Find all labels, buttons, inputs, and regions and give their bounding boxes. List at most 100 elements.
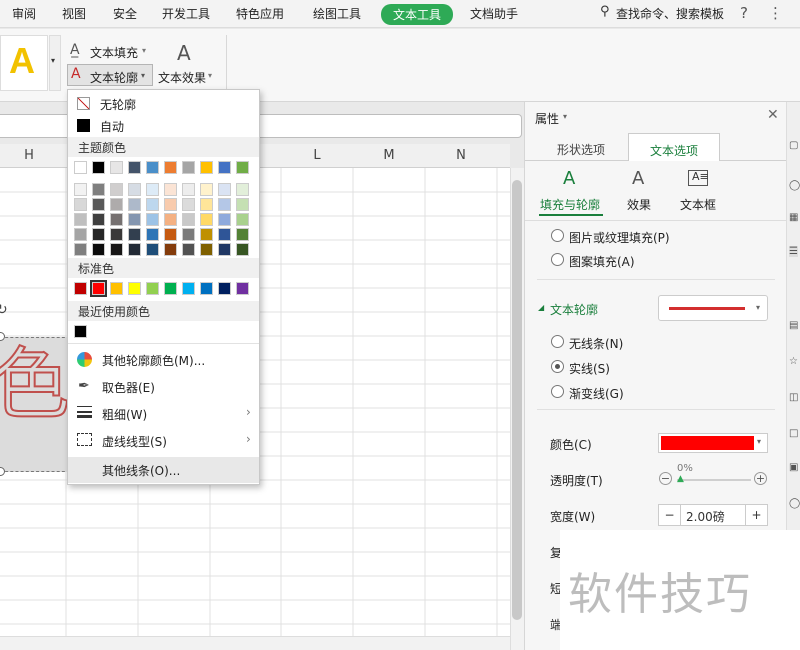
more-icon[interactable]: ⋮	[768, 4, 783, 22]
theme-shade-swatch[interactable]	[110, 228, 123, 241]
radio-pattern-fill[interactable]	[551, 253, 564, 266]
theme-shade-swatch[interactable]	[200, 213, 213, 226]
standard-color-swatch[interactable]	[90, 280, 107, 297]
theme-shade-swatch[interactable]	[128, 198, 141, 211]
sidebar-tool-icon[interactable]: ◯	[789, 498, 800, 509]
tab-review[interactable]: 审阅	[12, 5, 36, 22]
search-icon[interactable]: ⚲	[600, 4, 610, 19]
theme-shade-swatch[interactable]	[110, 198, 123, 211]
theme-shade-swatch[interactable]	[218, 228, 231, 241]
outline-section-title[interactable]: 文本轮廓	[550, 301, 598, 318]
tab-text-tools[interactable]: 文本工具	[381, 4, 454, 25]
panel-title-chevron-icon[interactable]: ▾	[563, 112, 567, 121]
theme-shade-swatch[interactable]	[182, 198, 195, 211]
theme-shade-swatch[interactable]	[110, 243, 123, 256]
recent-color-swatch[interactable]	[74, 325, 87, 338]
theme-shade-swatch[interactable]	[182, 213, 195, 226]
theme-shade-swatch[interactable]	[92, 183, 105, 196]
text-effect-button[interactable]: 文本效果	[158, 69, 206, 86]
standard-color-swatch[interactable]	[74, 282, 87, 295]
menu-item-weight[interactable]: 粗细(W) ›	[68, 401, 259, 427]
theme-shade-swatch[interactable]	[128, 183, 141, 196]
theme-shade-swatch[interactable]	[218, 183, 231, 196]
tab-shape-options[interactable]: 形状选项	[557, 141, 605, 158]
theme-color-swatch[interactable]	[164, 161, 177, 174]
theme-shade-swatch[interactable]	[182, 228, 195, 241]
theme-color-swatch[interactable]	[236, 161, 249, 174]
theme-shade-swatch[interactable]	[218, 243, 231, 256]
radio-picture-fill[interactable]	[551, 229, 564, 242]
theme-shade-swatch[interactable]	[128, 243, 141, 256]
theme-shade-swatch[interactable]	[236, 213, 249, 226]
sidebar-tool-icon[interactable]: ▤	[789, 320, 798, 331]
menu-item-dash[interactable]: 虚线线型(S) ›	[68, 428, 259, 454]
text-fill-chevron-icon[interactable]: ▾	[142, 46, 146, 55]
sidebar-tool-icon[interactable]: ▦	[789, 212, 798, 223]
theme-color-swatch[interactable]	[110, 161, 123, 174]
standard-color-swatch[interactable]	[200, 282, 213, 295]
standard-color-swatch[interactable]	[218, 282, 231, 295]
tab-text-options[interactable]: 文本选项	[628, 133, 720, 161]
standard-color-swatch[interactable]	[236, 282, 249, 295]
tab-developer[interactable]: 开发工具	[162, 5, 210, 22]
radio-no-line[interactable]	[551, 335, 564, 348]
theme-shade-swatch[interactable]	[110, 183, 123, 196]
radio-solid-line[interactable]	[551, 360, 564, 373]
standard-color-swatch[interactable]	[146, 282, 159, 295]
col-header-m[interactable]: M	[354, 148, 424, 163]
sidebar-tool-icon[interactable]: ▢	[789, 140, 798, 151]
outline-style-select[interactable]: ▾	[658, 295, 768, 321]
theme-shade-swatch[interactable]	[200, 228, 213, 241]
menu-item-no-outline[interactable]: 无轮廓	[68, 93, 259, 115]
tab-drawing-tools[interactable]: 绘图工具	[313, 5, 361, 22]
theme-shade-swatch[interactable]	[128, 213, 141, 226]
close-icon[interactable]: ✕	[767, 107, 779, 123]
theme-shade-swatch[interactable]	[236, 243, 249, 256]
sidebar-tool-icon[interactable]: ☆	[789, 356, 798, 367]
theme-shade-swatch[interactable]	[92, 228, 105, 241]
text-style-gallery[interactable]: A	[0, 35, 48, 91]
standard-color-swatch[interactable]	[182, 282, 195, 295]
width-decrease-button[interactable]: −	[659, 505, 681, 525]
theme-shade-swatch[interactable]	[164, 183, 177, 196]
theme-shade-swatch[interactable]	[182, 243, 195, 256]
color-picker[interactable]: ▾	[658, 433, 768, 453]
menu-item-other-lines[interactable]: 其他线条(O)...	[68, 457, 259, 483]
help-icon[interactable]: ?	[740, 4, 748, 22]
menu-item-eyedropper[interactable]: ✒ 取色器(E)	[68, 374, 259, 400]
transparency-slider-thumb[interactable]: ▲	[677, 474, 684, 484]
gallery-expand-icon[interactable]: ▾	[49, 35, 61, 91]
theme-shade-swatch[interactable]	[200, 183, 213, 196]
theme-shade-swatch[interactable]	[92, 213, 105, 226]
tab-security[interactable]: 安全	[113, 5, 137, 22]
width-stepper[interactable]: − 2.00磅 +	[658, 504, 768, 526]
subtab-textbox[interactable]: 文本框	[680, 196, 716, 213]
theme-shade-swatch[interactable]	[236, 228, 249, 241]
theme-shade-swatch[interactable]	[146, 198, 159, 211]
theme-shade-swatch[interactable]	[74, 243, 87, 256]
menu-item-more-colors[interactable]: 其他轮廓颜色(M)...	[68, 347, 259, 373]
menu-item-auto[interactable]: 自动	[68, 115, 259, 137]
theme-shade-swatch[interactable]	[146, 213, 159, 226]
theme-color-swatch[interactable]	[74, 161, 87, 174]
theme-shade-swatch[interactable]	[146, 243, 159, 256]
tab-view[interactable]: 视图	[62, 5, 86, 22]
sidebar-tool-icon[interactable]: ◯	[789, 180, 800, 191]
tab-doc-assistant[interactable]: 文档助手	[470, 5, 518, 22]
transparency-slider-track[interactable]	[677, 479, 751, 481]
sidebar-tool-icon[interactable]: □	[789, 428, 798, 439]
theme-color-swatch[interactable]	[146, 161, 159, 174]
theme-shade-swatch[interactable]	[164, 228, 177, 241]
sidebar-tool-icon[interactable]: ◫	[789, 392, 798, 403]
theme-shade-swatch[interactable]	[128, 228, 141, 241]
theme-color-swatch[interactable]	[218, 161, 231, 174]
theme-color-swatch[interactable]	[182, 161, 195, 174]
standard-color-swatch[interactable]	[110, 282, 123, 295]
radio-gradient-line[interactable]	[551, 385, 564, 398]
width-increase-button[interactable]: +	[745, 505, 767, 525]
theme-color-swatch[interactable]	[92, 161, 105, 174]
width-input[interactable]: 2.00磅	[686, 508, 725, 525]
theme-color-swatch[interactable]	[128, 161, 141, 174]
transparency-decrease-icon[interactable]: −	[659, 472, 672, 485]
theme-shade-swatch[interactable]	[218, 198, 231, 211]
